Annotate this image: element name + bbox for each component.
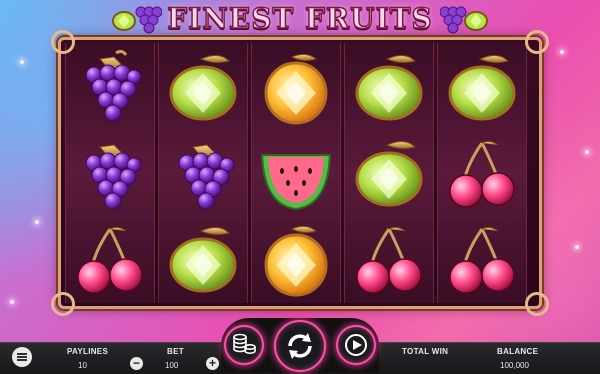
sparkle: [35, 220, 39, 224]
watermelon-symbol-icon: [260, 154, 332, 211]
bet-increase-button[interactable]: +: [206, 357, 219, 370]
sparkle: [20, 60, 24, 64]
balance-label: BALANCE: [497, 347, 539, 356]
cherries-symbol-icon: [449, 226, 515, 294]
lemon-symbol-icon: [169, 55, 237, 121]
reels-frame: [51, 30, 549, 316]
lemon-gem-icon: [464, 11, 488, 31]
orange-symbol-icon: [264, 225, 328, 297]
sparkle: [575, 245, 579, 249]
hamburger-menu-icon: [17, 359, 27, 361]
total-win-label: TOTAL WIN: [402, 347, 449, 356]
reel-1: [65, 43, 155, 303]
cherries-symbol-icon: [356, 226, 422, 294]
reel-3: [251, 43, 341, 303]
coin-stack-icon: [233, 333, 256, 354]
sparkle: [10, 300, 14, 304]
bet-decrease-button[interactable]: −: [130, 357, 143, 370]
spin-button[interactable]: [274, 320, 326, 372]
paylines-value: 10: [78, 361, 87, 370]
frame-ornament: [525, 30, 549, 54]
lemon-symbol-icon: [355, 141, 423, 207]
frame-ornament: [525, 292, 549, 316]
reel-4: [344, 43, 434, 303]
balance-value: 100,000: [500, 361, 529, 370]
lemon-symbol-icon: [169, 227, 237, 293]
paylines-label: PAYLINES: [67, 347, 109, 356]
lemon-symbol-icon: [355, 55, 423, 121]
game-title: FINEST FRUITS: [167, 2, 433, 36]
cherries-symbol-icon: [77, 226, 143, 294]
bet-label: BET: [167, 347, 184, 356]
bet-coins-button[interactable]: [224, 325, 264, 365]
hamburger-menu-icon: [17, 353, 27, 355]
grapes-symbol-icon: [85, 144, 142, 210]
lemon-symbol-icon: [448, 55, 516, 121]
sparkle: [585, 150, 589, 154]
reel-5: [437, 43, 527, 303]
grapes-symbol-icon: [85, 49, 142, 122]
sparkle: [560, 50, 564, 54]
play-circle-icon: [345, 334, 367, 356]
autoplay-button[interactable]: [336, 325, 376, 365]
cherries-symbol-icon: [449, 140, 515, 208]
grapes-symbol-icon: [178, 144, 235, 210]
reel-2: [158, 43, 248, 303]
game-title-banner: FINEST FRUITS: [110, 0, 490, 38]
hamburger-menu-icon: [17, 356, 27, 358]
bet-value: 100: [165, 361, 179, 370]
frame-ornament: [51, 30, 75, 54]
menu-button[interactable]: [12, 347, 32, 367]
spin-arrows-icon: [288, 333, 312, 359]
frame-ornament: [51, 292, 75, 316]
orange-symbol-icon: [264, 53, 328, 125]
